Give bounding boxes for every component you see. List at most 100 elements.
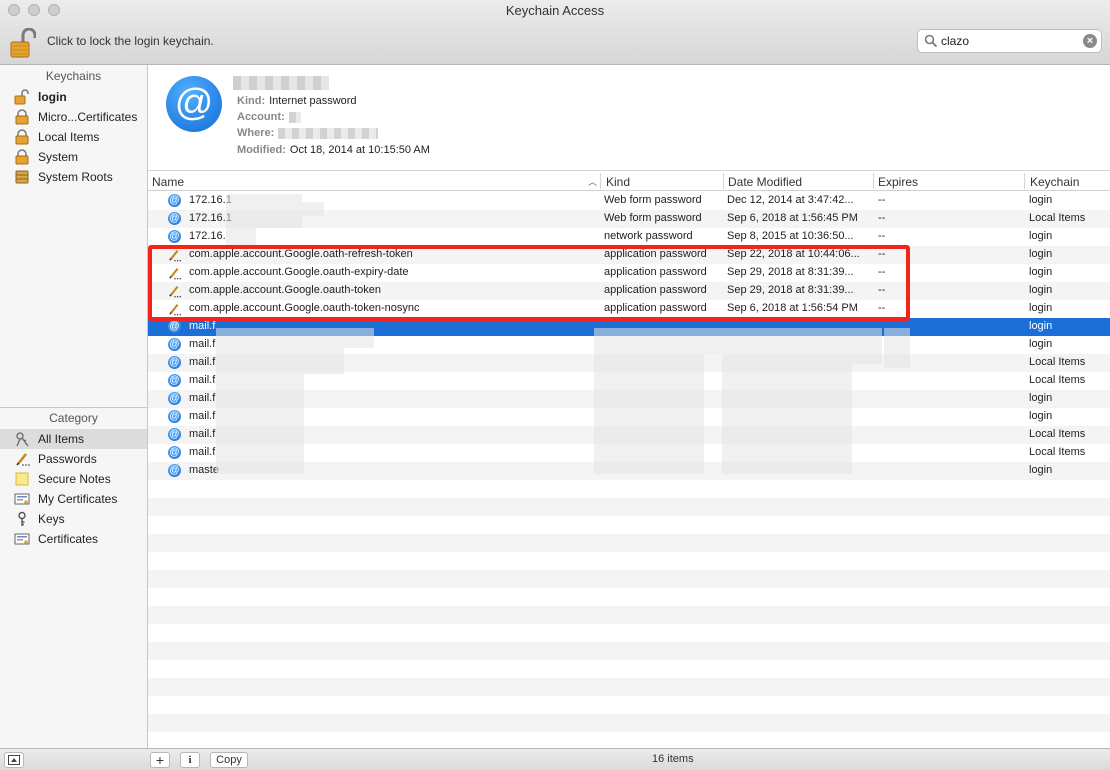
redaction-mosaic	[256, 194, 302, 228]
locked-padlock-icon	[15, 109, 29, 125]
cell-keychain: login	[1029, 302, 1053, 314]
redacted-account	[288, 111, 301, 123]
key-icon	[18, 511, 26, 526]
redaction-mosaic	[302, 202, 324, 216]
cell-keychain: login	[1029, 284, 1053, 296]
empty-row	[148, 480, 1110, 498]
table-row[interactable]: @172.16. network password Sep 8, 2015 at 1…	[148, 228, 1110, 246]
empty-row	[148, 570, 1110, 588]
locked-padlock-icon	[15, 149, 29, 165]
redaction-mosaic	[216, 328, 256, 474]
redaction-mosaic	[704, 328, 722, 354]
sidebar-item-label: Local Items	[38, 130, 100, 144]
column-divider[interactable]	[873, 173, 874, 189]
view-toggle-button[interactable]	[4, 752, 24, 768]
detail-kind: Kind: Internet password	[237, 95, 357, 107]
sidebar-divider[interactable]	[0, 407, 147, 408]
redacted-item-name	[233, 76, 329, 90]
empty-row	[148, 696, 1110, 714]
sidebar-item-login[interactable]: login	[0, 87, 147, 107]
at-sign-icon: @	[168, 338, 181, 351]
at-sign-icon: @	[168, 212, 181, 225]
window-title: Keychain Access	[505, 3, 605, 18]
add-item-button[interactable]: +	[150, 752, 170, 768]
unlocked-padlock-icon	[14, 89, 29, 105]
copy-button[interactable]: Copy	[210, 752, 248, 768]
certificate-icon	[14, 533, 30, 545]
sidebar-item-keys[interactable]: Keys	[0, 509, 147, 529]
empty-row	[148, 714, 1110, 732]
certificate-icon	[14, 493, 30, 505]
sidebar-item-label: My Certificates	[38, 492, 118, 506]
clear-search-icon[interactable]: ×	[1083, 34, 1097, 48]
search-field[interactable]: ×	[917, 29, 1102, 53]
cell-kind: Web form password	[604, 194, 702, 206]
sidebar-item-label: System Roots	[38, 170, 113, 184]
redaction-mosaic	[344, 328, 374, 348]
all-items-icon	[16, 432, 29, 447]
column-header-kind[interactable]: Kind	[606, 175, 630, 189]
item-detail-pane: @ Kind: Internet password Account: Where:…	[148, 65, 1110, 171]
at-sign-icon: @	[168, 320, 181, 333]
empty-row	[148, 606, 1110, 624]
at-sign-icon: @	[168, 374, 181, 387]
cell-keychain: login	[1029, 320, 1053, 332]
sidebar-item-microsoft-certificates[interactable]: Micro...Certificates	[0, 107, 147, 127]
lock-status-text[interactable]: Click to lock the login keychain.	[47, 34, 214, 48]
sidebar-item-passwords[interactable]: Passwords	[0, 449, 147, 469]
search-input[interactable]	[941, 33, 1081, 49]
cell-keychain: Local Items	[1029, 374, 1086, 386]
redaction-mosaic	[304, 328, 344, 374]
at-sign-icon: @	[168, 446, 181, 459]
column-divider[interactable]	[723, 173, 724, 189]
sidebar-item-label: Micro...Certificates	[38, 110, 138, 124]
column-header-expires[interactable]: Expires	[878, 175, 918, 189]
sidebar-item-label: login	[38, 90, 67, 104]
column-header-date-modified[interactable]: Date Modified	[728, 175, 802, 189]
cell-keychain: login	[1029, 248, 1053, 260]
cell-keychain: Local Items	[1029, 356, 1086, 368]
cabinet-icon	[15, 170, 29, 184]
items-table-header: Name ︿ Kind Date Modified Expires Keycha…	[148, 171, 1110, 191]
column-divider[interactable]	[600, 173, 601, 189]
cell-kind: Web form password	[604, 212, 702, 224]
empty-row	[148, 588, 1110, 606]
sidebar-item-secure-notes[interactable]: Secure Notes	[0, 469, 147, 489]
bottom-bar: + i Copy 16 items	[0, 748, 1110, 770]
sidebar-item-label: Secure Notes	[38, 472, 111, 486]
pen-icon	[16, 453, 30, 466]
column-header-name[interactable]: Name	[152, 175, 184, 189]
sidebar-item-local-items[interactable]: Local Items	[0, 127, 147, 147]
modified-value: Oct 18, 2014 at 10:15:50 AM	[289, 144, 430, 156]
cell-expires: --	[878, 212, 886, 224]
toolbar: Keychain Access Click to lock the login …	[0, 0, 1110, 65]
column-header-keychain[interactable]: Keychain	[1030, 175, 1079, 189]
cell-keychain: login	[1029, 230, 1053, 242]
column-divider[interactable]	[1024, 173, 1025, 189]
cell-date-modified: Sep 8, 2015 at 10:36:50...	[727, 230, 854, 242]
where-label: Where:	[237, 127, 275, 139]
sidebar-item-system[interactable]: System	[0, 147, 147, 167]
empty-row	[148, 660, 1110, 678]
cell-keychain: login	[1029, 410, 1053, 422]
redaction-mosaic	[722, 328, 782, 474]
unlocked-padlock-icon[interactable]	[10, 28, 36, 58]
empty-row	[148, 516, 1110, 534]
detail-where: Where:	[237, 127, 379, 139]
redaction-mosaic	[782, 328, 852, 474]
sidebar: Keychains login Micro...Certificates Loc…	[0, 65, 148, 748]
cell-keychain: login	[1029, 464, 1053, 476]
at-sign-icon: @	[168, 464, 181, 477]
sort-ascending-icon[interactable]: ︿	[588, 175, 597, 188]
detail-modified: Modified: Oct 18, 2014 at 10:15:50 AM	[237, 144, 430, 156]
sidebar-item-all-items[interactable]: All Items	[0, 429, 147, 449]
sidebar-item-my-certificates[interactable]: My Certificates	[0, 489, 147, 509]
sidebar-item-label: Keys	[38, 512, 65, 526]
info-button[interactable]: i	[180, 752, 200, 768]
cell-kind: network password	[604, 230, 693, 242]
sidebar-item-certificates[interactable]: Certificates	[0, 529, 147, 549]
sidebar-item-system-roots[interactable]: System Roots	[0, 167, 147, 187]
sidebar-item-label: System	[38, 150, 79, 164]
empty-row	[148, 732, 1110, 748]
cell-date-modified: Dec 12, 2014 at 3:47:42...	[727, 194, 854, 206]
